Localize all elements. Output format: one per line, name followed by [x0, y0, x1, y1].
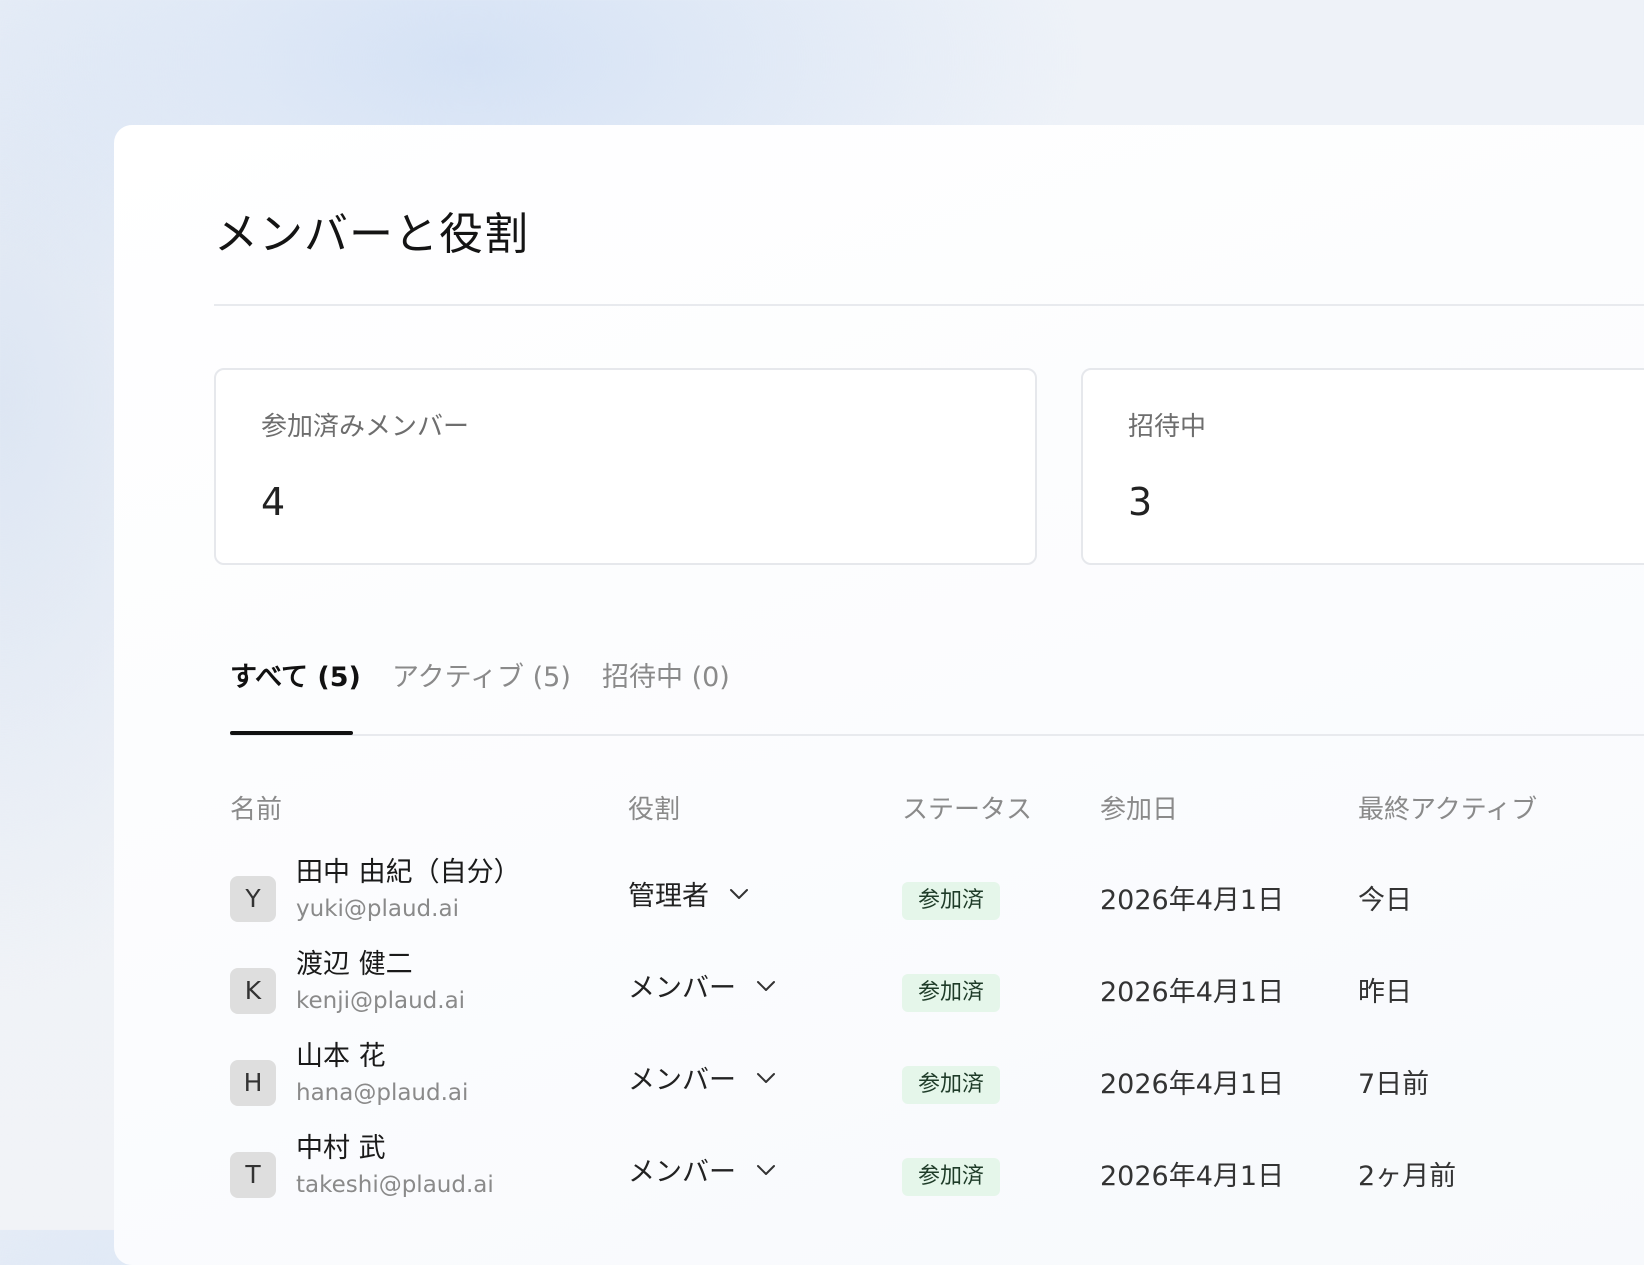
- member-email: takeshi@plaud.ai: [296, 1172, 494, 1198]
- chevron-down-icon: [730, 888, 748, 899]
- joined-members-card: 参加済みメンバー 4: [214, 368, 1037, 565]
- tab-all[interactable]: すべて (5): [230, 655, 361, 694]
- members-panel: メンバーと役割 参加済みメンバー 4 招待中 3 すべて (5) アクティブ (…: [114, 125, 1644, 1265]
- role-dropdown[interactable]: メンバー: [628, 1150, 778, 1189]
- column-header-name: 名前: [230, 795, 283, 825]
- chevron-down-icon: [757, 1072, 775, 1083]
- status-badge: 参加済: [902, 1158, 1001, 1196]
- joined-date: 2026年4月1日: [1100, 1069, 1285, 1100]
- status-badge: 参加済: [902, 1066, 1001, 1104]
- column-header-joined: 参加日: [1100, 795, 1179, 825]
- joined-members-count: 4: [261, 480, 286, 524]
- member-email: kenji@plaud.ai: [296, 988, 466, 1014]
- tab-invited[interactable]: 招待中 (0): [602, 655, 730, 694]
- joined-date: 2026年4月1日: [1100, 885, 1285, 916]
- member-name: 田中 由紀（自分）: [296, 857, 521, 888]
- active-tab-indicator: [230, 731, 353, 735]
- role-dropdown[interactable]: メンバー: [628, 1058, 778, 1097]
- invited-members-label: 招待中: [1128, 412, 1207, 442]
- last-active: 昨日: [1358, 977, 1412, 1008]
- table-row: H 山本 花 hana@plaud.ai メンバー 参加済 2026年4月1日 …: [114, 1034, 1644, 1126]
- role-value: メンバー: [628, 1157, 736, 1188]
- column-header-role: 役割: [628, 795, 681, 825]
- last-active: 7日前: [1358, 1069, 1430, 1100]
- tab-active[interactable]: アクティブ (5): [392, 655, 571, 694]
- table-row: T 中村 武 takeshi@plaud.ai メンバー 参加済 2026年4月…: [114, 1126, 1644, 1218]
- role-value: 管理者: [628, 881, 709, 912]
- member-name: 中村 武: [296, 1133, 386, 1164]
- avatar: H: [230, 1060, 276, 1106]
- column-header-status: ステータス: [902, 795, 1033, 825]
- member-email: yuki@plaud.ai: [296, 896, 459, 922]
- role-value: メンバー: [628, 973, 736, 1004]
- member-name: 渡辺 健二: [296, 949, 413, 980]
- joined-members-label: 参加済みメンバー: [261, 412, 470, 442]
- status-badge: 参加済: [902, 974, 1001, 1012]
- avatar: Y: [230, 876, 276, 922]
- joined-date: 2026年4月1日: [1100, 1161, 1285, 1192]
- chevron-down-icon: [757, 1164, 775, 1175]
- table-row: K 渡辺 健二 kenji@plaud.ai メンバー 参加済 2026年4月1…: [114, 942, 1644, 1034]
- invited-members-card: 招待中 3: [1081, 368, 1644, 565]
- last-active: 今日: [1358, 885, 1412, 916]
- invited-members-count: 3: [1128, 480, 1153, 524]
- avatar: K: [230, 968, 276, 1014]
- table-row: Y 田中 由紀（自分） yuki@plaud.ai 管理者 参加済 2026年4…: [114, 850, 1644, 942]
- role-dropdown[interactable]: メンバー: [628, 966, 778, 1005]
- role-value: メンバー: [628, 1065, 736, 1096]
- title-divider: [214, 304, 1644, 306]
- role-dropdown[interactable]: 管理者: [628, 874, 751, 913]
- last-active: 2ヶ月前: [1358, 1161, 1457, 1192]
- column-header-last-active: 最終アクティブ: [1358, 795, 1538, 825]
- status-badge: 参加済: [902, 882, 1001, 920]
- member-email: hana@plaud.ai: [296, 1080, 469, 1106]
- joined-date: 2026年4月1日: [1100, 977, 1285, 1008]
- page-title: メンバーと役割: [214, 209, 529, 260]
- tabs-divider: [230, 734, 1644, 736]
- chevron-down-icon: [757, 980, 775, 991]
- avatar: T: [230, 1152, 276, 1198]
- member-name: 山本 花: [296, 1041, 386, 1072]
